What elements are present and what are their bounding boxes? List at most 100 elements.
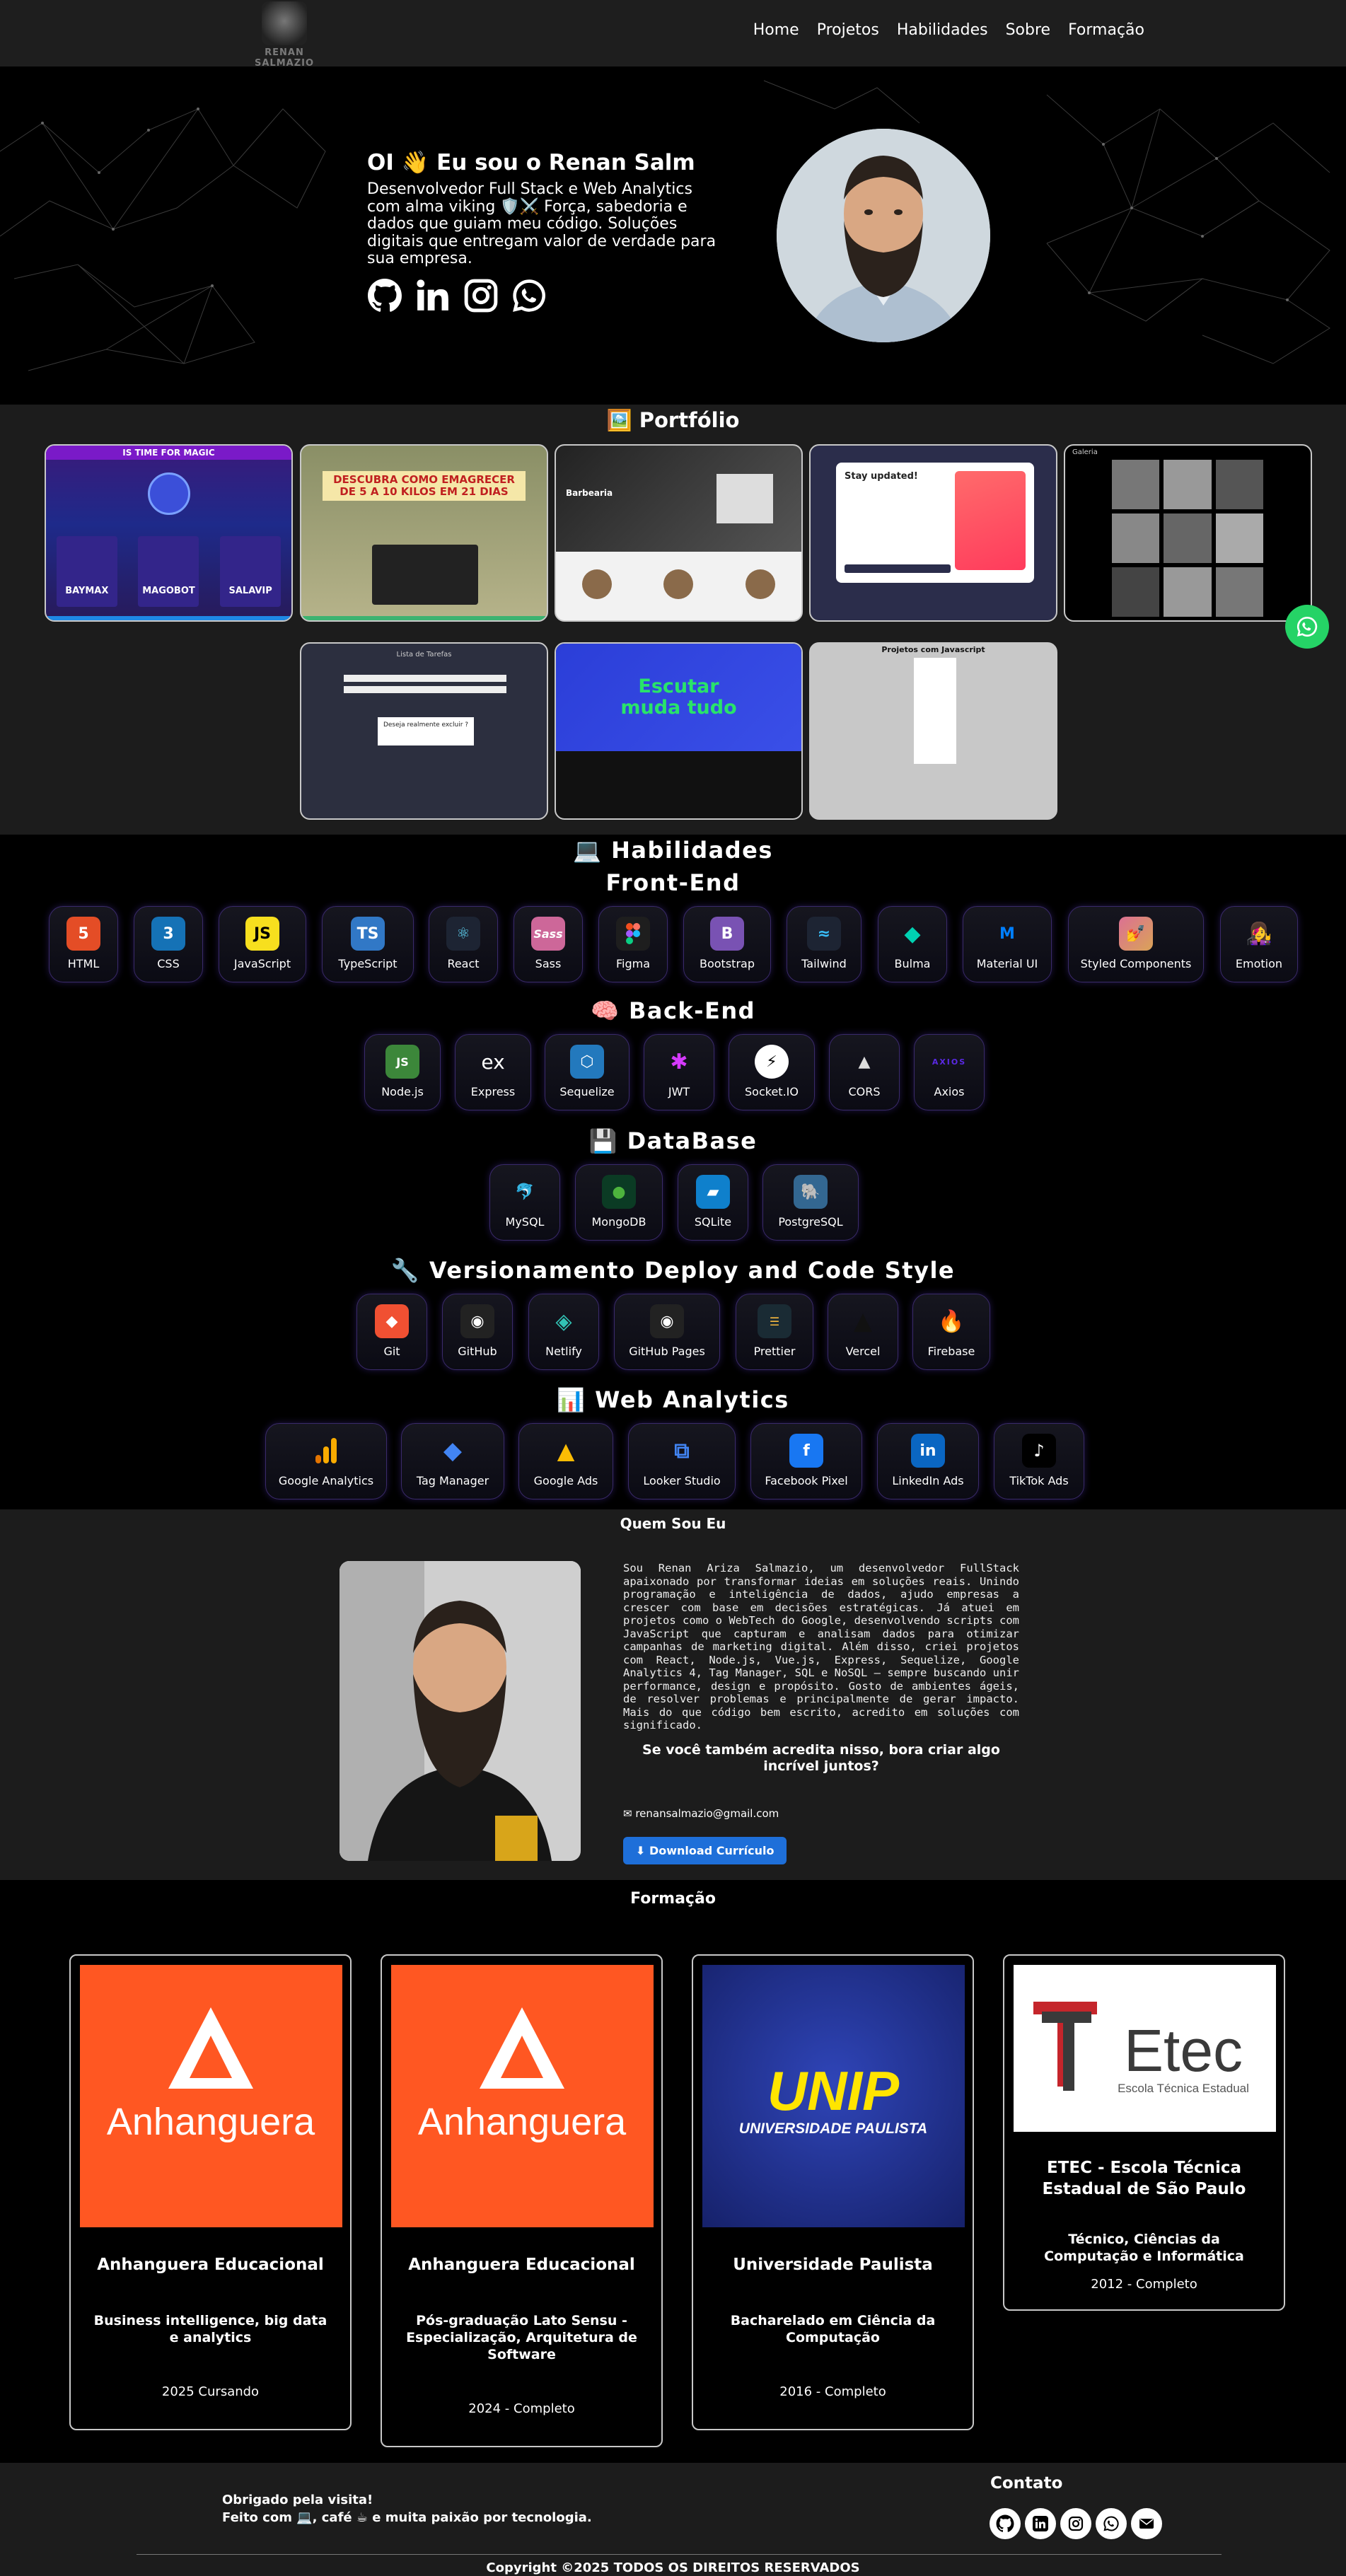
portfolio-card-javascript[interactable]: Projetos com Javascript bbox=[809, 642, 1057, 820]
skill-netlify: ◈ Netlify bbox=[528, 1294, 599, 1370]
skill-label: Material UI bbox=[976, 957, 1038, 970]
github-icon[interactable] bbox=[367, 278, 402, 313]
whatsapp-icon[interactable] bbox=[511, 278, 547, 313]
skill-label: JavaScript bbox=[233, 957, 291, 970]
linkedin-icon[interactable] bbox=[415, 278, 451, 313]
download-cv-label: Download Currículo bbox=[649, 1843, 774, 1857]
skill-label: Facebook Pixel bbox=[765, 1474, 848, 1487]
skill-label: Bulma bbox=[894, 957, 931, 970]
footer: Obrigado pela visita! Feito com 💻, café … bbox=[0, 2463, 1346, 2576]
course-year: 2025 Cursando bbox=[161, 2384, 260, 2399]
skill-socketio: ⚡ Socket.IO bbox=[729, 1034, 815, 1110]
delete-dialog: Deseja realmente excluir ? bbox=[378, 717, 474, 745]
portfolio-card-emagrecer[interactable]: DESCUBRA COMO EMAGRECER DE 5 A 10 KILOS … bbox=[300, 444, 548, 622]
skill-nodejs: JS Node.js bbox=[364, 1034, 441, 1110]
skill-label: PostgreSQL bbox=[778, 1215, 843, 1229]
skill-tailwind: ≈ Tailwind bbox=[787, 906, 861, 982]
contact-icons bbox=[990, 2508, 1162, 2539]
education-title: Formação bbox=[630, 1890, 716, 1908]
skill-cors: ▲ CORS bbox=[829, 1034, 900, 1110]
github-icon[interactable] bbox=[990, 2508, 1021, 2539]
emotion-icon: 👩‍🎤 bbox=[1246, 921, 1272, 946]
portfolio-card-escutar[interactable]: Escutar muda tudo bbox=[555, 642, 803, 820]
skill-looker-studio: ⧉ Looker Studio bbox=[628, 1423, 736, 1499]
svg-text:Escola Técnica Estadual: Escola Técnica Estadual bbox=[1118, 2082, 1249, 2095]
about-bio: Sou Renan Ariza Salmazio, um desenvolved… bbox=[623, 1562, 1019, 1731]
skill-typescript: TS TypeScript bbox=[322, 906, 414, 982]
nav-link-habilidades[interactable]: Habilidades bbox=[897, 21, 988, 39]
nav-link-projetos[interactable]: Projetos bbox=[817, 21, 879, 39]
escutar-headline: Escutar muda tudo bbox=[556, 644, 801, 751]
email-icon[interactable] bbox=[1131, 2508, 1162, 2539]
instagram-icon[interactable] bbox=[463, 278, 499, 313]
database-title: 💾 DataBase bbox=[588, 1127, 758, 1154]
bot-card: BAYMAX bbox=[56, 536, 117, 607]
bot-list: BAYMAX MAGOBOT SALAVIP bbox=[46, 536, 291, 607]
portfolio-card-newsletter[interactable]: Stay updated! bbox=[809, 444, 1057, 622]
hero-description: Desenvolvedor Full Stack e Web Analytics… bbox=[367, 180, 716, 267]
about-email[interactable]: ✉ renansalmazio@gmail.com bbox=[623, 1807, 1019, 1820]
versioning-title: 🔧 Versionamento Deploy and Code Style bbox=[390, 1257, 956, 1284]
site-logo[interactable]: RENAN SALMAZIO bbox=[245, 1, 324, 69]
skill-label: React bbox=[447, 957, 480, 970]
portfolio-card-tarefas[interactable]: Lista de Tarefas Deseja realmente exclui… bbox=[300, 642, 548, 820]
skills-section: 💻 Habilidades Front-End 5 HTML 3 CSS JS Jav… bbox=[0, 835, 1346, 1509]
skill-label: Firebase bbox=[927, 1345, 975, 1358]
barber-hero: Barbearia bbox=[556, 446, 801, 552]
course-name: Bacharelado em Ciência da Computação bbox=[730, 2313, 936, 2345]
github-pages-icon: ◉ bbox=[650, 1304, 684, 1338]
newsletter-art bbox=[955, 471, 1026, 570]
skill-vercel: ▲ Vercel bbox=[828, 1294, 898, 1370]
whatsapp-icon bbox=[1296, 616, 1318, 637]
gallery-grid bbox=[1112, 460, 1263, 617]
skill-label: Git bbox=[383, 1345, 400, 1358]
portfolio-card-magic[interactable]: IS TIME FOR MAGIC BAYMAX MAGOBOT SALAVIP bbox=[45, 444, 293, 622]
course-year: 2024 - Completo bbox=[468, 2401, 575, 2416]
facebook-icon: f bbox=[789, 1434, 823, 1468]
skill-label: JWT bbox=[668, 1085, 690, 1098]
about-photo-illustration bbox=[340, 1561, 581, 1861]
svg-text:Anhanguera: Anhanguera bbox=[107, 2101, 315, 2143]
about-title: Quem Sou Eu bbox=[620, 1515, 726, 1532]
subscribe-btn bbox=[845, 564, 951, 573]
skill-sequelize: ⬡ Sequelize bbox=[545, 1034, 630, 1110]
logo-text: RENAN SALMAZIO bbox=[254, 47, 315, 69]
education-card: Anhanguera Anhanguera Educacional Pós-gr… bbox=[381, 1954, 663, 2447]
portfolio-card-barbearia[interactable]: Barbearia bbox=[555, 444, 803, 622]
nav-link-home[interactable]: Home bbox=[753, 21, 799, 39]
whatsapp-icon[interactable] bbox=[1096, 2508, 1127, 2539]
barber-title: Barbearia bbox=[566, 488, 613, 498]
instagram-icon[interactable] bbox=[1060, 2508, 1091, 2539]
backend-title: 🧠 Back-End bbox=[590, 997, 756, 1024]
frontend-title: Front-End bbox=[605, 869, 741, 896]
gallery-title: Galeria bbox=[1072, 448, 1098, 456]
prettier-icon: ☰ bbox=[758, 1304, 791, 1338]
skill-label: GitHub bbox=[458, 1345, 497, 1358]
linkedin-icon[interactable] bbox=[1025, 2508, 1056, 2539]
download-cv-button[interactable]: ⬇ Download Currículo bbox=[623, 1836, 787, 1864]
institution-name: Universidade Paulista bbox=[733, 2256, 933, 2274]
vercel-icon: ▲ bbox=[853, 1307, 873, 1335]
axios-icon: AXIOS bbox=[932, 1057, 967, 1067]
about-photo bbox=[340, 1561, 581, 1861]
contact-title: Contato bbox=[990, 2474, 1063, 2493]
nav-link-formacao[interactable]: Formação bbox=[1068, 21, 1144, 39]
thanks-line: Obrigado pela visita! bbox=[222, 2493, 373, 2507]
google-analytics-icon bbox=[309, 1434, 343, 1468]
hero-title: OI 👋 Eu sou o Renan Salm bbox=[367, 150, 695, 175]
skill-bulma: ◆ Bulma bbox=[878, 906, 947, 982]
skill-styled-components: 💅 Styled Components bbox=[1068, 906, 1204, 982]
barber-photos bbox=[556, 552, 801, 599]
mongodb-icon: ● bbox=[602, 1175, 636, 1209]
react-icon: ⚛ bbox=[446, 917, 480, 951]
footer-thanks: Obrigado pela visita! Feito com 💻, café … bbox=[222, 2491, 592, 2526]
whatsapp-float-button[interactable] bbox=[1285, 605, 1329, 649]
js-projects-title: Projetos com Javascript bbox=[881, 645, 985, 654]
video-thumbnail bbox=[372, 545, 478, 605]
nav-link-sobre[interactable]: Sobre bbox=[1006, 21, 1051, 39]
skill-bootstrap: B Bootstrap bbox=[683, 906, 771, 982]
github-icon: ◉ bbox=[460, 1304, 494, 1338]
portfolio-card-galeria[interactable]: Galeria bbox=[1064, 444, 1312, 622]
portfolio-section: 🖼️ Portfólio IS TIME FOR MAGIC BAYMAX MA… bbox=[0, 405, 1346, 835]
skill-label: Sequelize bbox=[559, 1085, 615, 1098]
